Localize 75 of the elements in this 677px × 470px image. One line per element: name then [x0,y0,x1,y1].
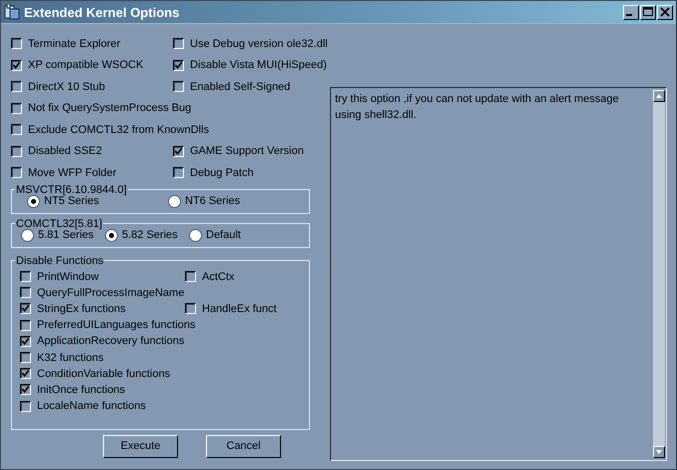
window-title: Extended Kernel Options [24,4,180,20]
checkbox-label: ConditionVariable functions [37,368,170,380]
checkbox-label: ActCtx [202,270,234,283]
checkbox[interactable] [173,81,184,92]
checkbox-label: Disable Vista MUI(HiSpeed) [190,59,327,72]
checkbox[interactable] [11,102,22,114]
application-icon [4,4,20,20]
checkbox-label: Not fix QuerySystemProcess Bug [28,102,192,114]
radio-button[interactable] [27,194,40,208]
checkbox[interactable] [20,271,31,282]
checkbox-label: GAME Support Version [190,145,304,158]
scroll-up-button[interactable] [653,90,665,102]
checkbox-label: StringEx functions [37,302,126,315]
checkbox-label: XP compatible WSOCK [28,59,144,72]
dialog-button[interactable]: Execute [103,434,178,458]
radio-button[interactable] [189,228,202,242]
group-title: MSVCTR[6.10.9844.0] [15,184,128,196]
checkbox[interactable] [11,167,22,178]
checkbox[interactable] [20,384,31,396]
group-title: Disable Functions [15,254,104,266]
checkbox[interactable] [20,400,31,412]
radio-button[interactable] [21,228,34,242]
text-area[interactable]: try this option ,if you can not update with an alert message using shell32.dll. [330,87,667,461]
checkbox[interactable] [20,368,31,380]
checkbox-label: DirectX 10 Stub [28,80,106,93]
minimize-button[interactable] [623,4,639,20]
checkbox[interactable] [11,146,22,157]
checkbox-label: Move WFP Folder [28,166,116,179]
checkbox[interactable] [11,38,22,50]
checkbox-label: Disabled SSE2 [28,145,102,158]
dialog-button[interactable]: Cancel [206,434,281,458]
checkbox[interactable] [173,167,184,178]
checkbox[interactable] [173,146,184,157]
checkbox-label: Exclude COMCTL32 from KnownDlls [28,124,209,136]
description-text: try this option ,if you can not update with an alert message using shell32.dll. [334,92,620,123]
checkbox-label: Terminate Explorer [28,38,120,50]
checkbox[interactable] [185,303,196,314]
maximize-icon [642,7,654,17]
caret-up-icon [655,93,663,99]
checkbox[interactable] [20,352,31,364]
checkbox-label: Debug Patch [190,166,254,179]
checkbox-label: PrintWindow [37,270,99,283]
maximize-button[interactable] [640,4,656,20]
radio-label: NT5 Series [44,195,100,207]
checkbox-label: Use Debug version ole32.dll [190,38,328,50]
checkbox[interactable] [20,287,31,298]
checkbox-label: InitOnce functions [37,384,126,396]
radio-button[interactable] [168,194,181,208]
radio-label: 5.82 Series [122,229,178,241]
radio-label: NT6 Series [185,195,240,207]
close-icon [659,7,671,17]
scroll-down-button[interactable] [653,446,665,458]
group-title: COMCTL32[5.81] [15,218,104,230]
checkbox-label: ApplicationRecovery functions [37,335,184,348]
checkbox-label: PreferredUILanguages functions [37,319,196,332]
checkbox-label: Enabled Self-Signed [190,80,290,93]
checkbox-label: K32 functions [37,352,104,364]
checkbox[interactable] [20,303,31,314]
radio-label: 5.81 Series [38,229,94,241]
checkbox[interactable] [11,81,22,92]
checkbox[interactable] [173,60,184,71]
close-button[interactable] [657,4,673,20]
minimize-icon [626,14,632,16]
radio-label: Default [206,229,241,241]
checkbox[interactable] [185,271,196,282]
checkbox-label: HandleEx funct [202,302,277,315]
checkbox[interactable] [20,320,31,331]
checkbox-label: LocaleName functions [37,400,146,412]
checkbox[interactable] [20,336,31,347]
caret-down-icon [655,449,663,455]
checkbox[interactable] [173,38,184,50]
radio-button[interactable] [105,228,118,242]
checkbox[interactable] [11,124,22,136]
checkbox-label: QueryFullProcessImageName [37,286,184,299]
checkbox[interactable] [11,60,22,71]
